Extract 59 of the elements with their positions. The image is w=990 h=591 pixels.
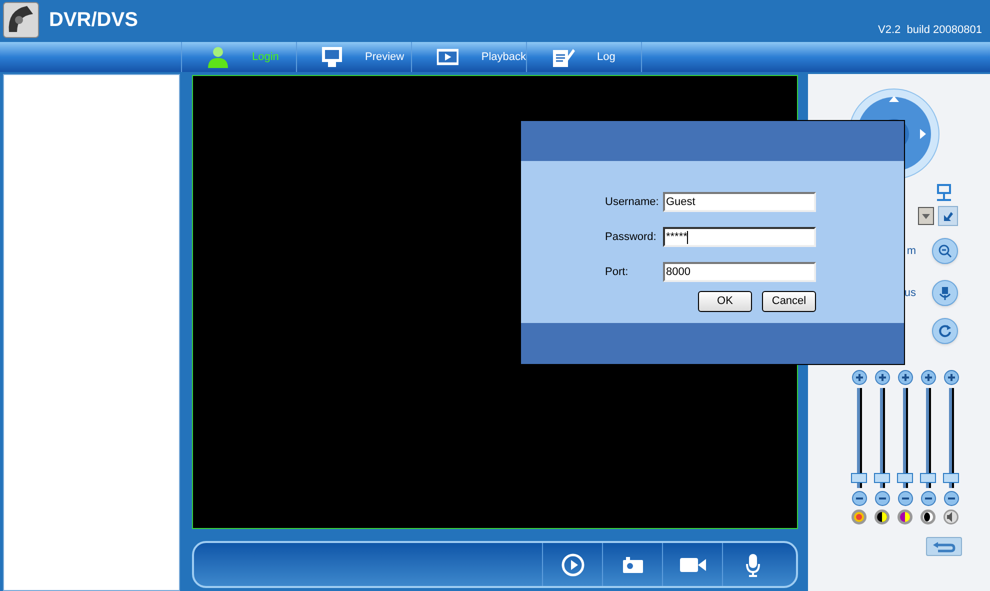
field-label: Password:: [605, 230, 658, 245]
text-field[interactable]: Guest: [663, 192, 816, 212]
back-button[interactable]: [926, 537, 962, 556]
nav-tab[interactable]: Playback: [411, 42, 526, 72]
refresh-icon: [938, 324, 952, 338]
video-camera-icon[interactable]: [680, 556, 706, 573]
monitor-icon[interactable]: [934, 184, 954, 202]
dialog-button[interactable]: OK: [698, 291, 752, 312]
zoom-out-icon: [938, 244, 952, 258]
slider-track[interactable]: [874, 388, 890, 488]
text-field[interactable]: *****: [663, 227, 816, 247]
monitor-icon: [321, 46, 343, 68]
plus-button[interactable]: [874, 370, 890, 385]
zoom-label: m: [906, 244, 916, 259]
slider-thumb[interactable]: [920, 473, 936, 484]
nav-tab[interactable]: Log: [526, 42, 641, 72]
slider-thumb[interactable]: [851, 473, 867, 484]
contrast-icon: [874, 509, 890, 525]
minus-button[interactable]: [874, 491, 890, 506]
slider-thumb[interactable]: [874, 473, 890, 484]
speaker-icon: [943, 509, 959, 525]
plus-button[interactable]: [898, 370, 912, 385]
color-icon: [897, 509, 913, 525]
slider-thumb[interactable]: [897, 473, 913, 484]
plus-button[interactable]: [852, 370, 866, 385]
plus-button[interactable]: [920, 370, 936, 385]
focus-label: us: [904, 286, 916, 301]
film-icon: [436, 47, 460, 67]
slider-thumb[interactable]: [943, 473, 959, 484]
version-text: V2.2 build 20080801: [878, 22, 982, 38]
dialog-button[interactable]: Cancel: [762, 291, 816, 312]
nav-tab[interactable]: Preview: [296, 42, 411, 72]
slider-track[interactable]: [943, 388, 959, 488]
minus-button[interactable]: [944, 491, 958, 506]
slider-track[interactable]: [920, 388, 936, 488]
refresh-button[interactable]: [932, 318, 958, 344]
minus-button[interactable]: [898, 491, 912, 506]
notepad-icon: [551, 46, 575, 68]
minus-button[interactable]: [920, 491, 936, 506]
focus-button[interactable]: [932, 280, 958, 306]
sun-icon: [851, 509, 867, 525]
microphone-icon[interactable]: [744, 552, 760, 577]
person-icon: [206, 46, 230, 68]
zoom-out-button[interactable]: [932, 238, 958, 264]
camera-icon[interactable]: [620, 554, 644, 575]
field-label: Username:: [605, 194, 660, 210]
camera-logo-icon: [3, 2, 39, 38]
slider-track[interactable]: [897, 388, 913, 488]
drop-icon: [920, 509, 936, 525]
play-icon[interactable]: [560, 552, 584, 577]
minus-button[interactable]: [852, 491, 866, 506]
text-field[interactable]: 8000: [663, 262, 816, 282]
plus-button[interactable]: [944, 370, 958, 385]
apply-button[interactable]: [938, 206, 958, 226]
field-label: Port:: [605, 264, 630, 280]
return-icon: [932, 540, 956, 552]
app-title: DVR/DVS: [49, 8, 138, 33]
slider-track[interactable]: [851, 388, 867, 488]
arrow-icon: [942, 210, 954, 222]
